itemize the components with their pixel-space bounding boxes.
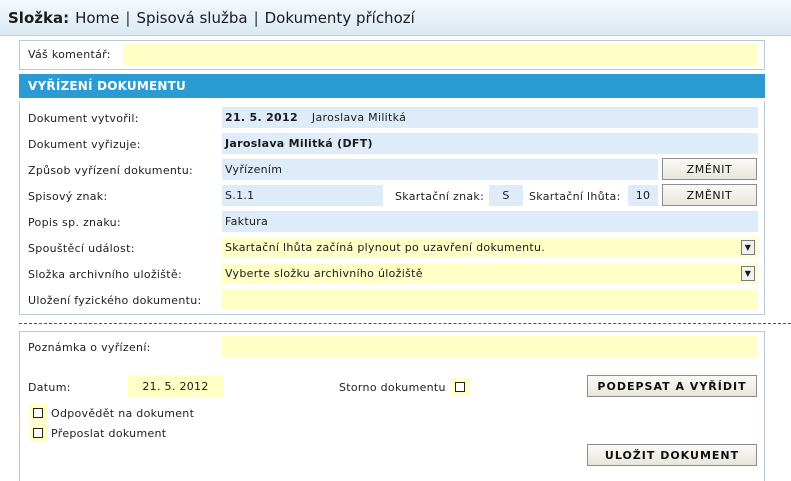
note-label: Poznámka o vyřízení: [28,341,151,354]
dashed-divider [19,323,791,324]
breadcrumb-separator: | [253,8,259,27]
sign-and-resolve-button[interactable]: PODEPSAT A VYŘÍDIT [587,375,757,397]
trigger-selected-value: Skartační lhůta začíná plynout po uzavře… [225,241,546,254]
reply-checkbox[interactable] [33,408,43,418]
date-input[interactable]: 21. 5. 2012 [128,375,223,397]
handler-value: Jaroslava Militká (DFT) [222,133,758,154]
created-by: Jaroslava Militká [311,111,407,124]
created-date: 21. 5. 2012 [225,111,298,124]
file-desc-label: Popis sp. znaku: [28,216,121,229]
archive-label: Složka archivního uložiště: [28,268,182,281]
comment-input[interactable] [123,44,758,65]
file-mark-label: Spisový znak: [28,190,108,203]
reply-label: Odpovědět na dokument [51,407,195,420]
save-document-button[interactable]: ULOŽIT DOKUMENT [587,444,757,466]
storno-checkbox[interactable] [455,382,465,392]
note-input[interactable] [222,336,758,357]
physical-storage-input[interactable] [222,289,758,310]
archive-select[interactable]: Vyberte složku archivního úložiště ▼ [222,263,758,284]
shred-period-value: 10 [628,185,658,206]
breadcrumb-spisova-sluzba[interactable]: Spisová služba [136,9,247,27]
forward-label: Přeposlat dokument [51,427,167,440]
breadcrumb-dokumenty-prichozi[interactable]: Dokumenty příchozí [265,9,415,27]
chevron-down-icon[interactable]: ▼ [741,266,755,281]
comment-label: Váš komentář: [28,48,111,61]
method-value: Vyřízením [222,159,658,180]
created-field: 21. 5. 2012 Jaroslava Militká [222,107,758,128]
shred-period-label: Skartační lhůta: [529,190,621,203]
file-mark-value: S.1.1 [222,185,383,206]
trigger-label: Spouštěcí událost: [28,242,135,255]
physical-label: Uložení fyzického dokumentu: [28,294,202,307]
section-title: VYŘÍZENÍ DOKUMENTU [19,74,765,98]
change-method-button[interactable]: ZMĚNIT [662,158,757,180]
forward-checkbox[interactable] [33,428,43,438]
shred-mark-value: S [489,185,523,206]
file-desc-value: Faktura [222,211,758,232]
date-label: Datum: [28,381,71,394]
breadcrumb: Složka: Home | Spisová služba | Dokument… [0,0,791,36]
change-shredding-button[interactable]: ZMĚNIT [662,184,757,206]
breadcrumb-separator: | [125,8,131,27]
shred-mark-label: Skartační znak: [395,190,485,203]
breadcrumb-root: Složka: [8,8,70,27]
storno-label: Storno dokumentu [339,381,446,394]
chevron-down-icon[interactable]: ▼ [741,240,755,255]
method-label: Způsob vyřízení dokumentu: [28,164,194,177]
trigger-select[interactable]: Skartační lhůta začíná plynout po uzavře… [222,237,758,258]
breadcrumb-home[interactable]: Home [75,9,119,27]
archive-selected-value: Vyberte složku archivního úložiště [225,267,423,280]
handler-label: Dokument vyřizuje: [28,138,141,151]
created-label: Dokument vytvořil: [28,112,139,125]
